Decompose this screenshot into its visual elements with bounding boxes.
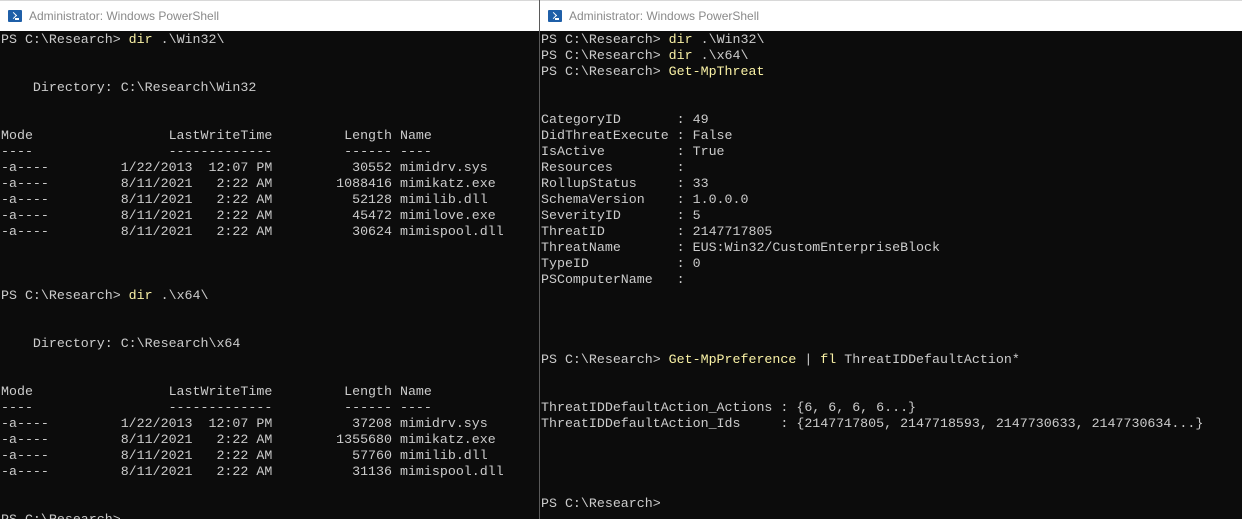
prompt-line: PS C:\Research> dir .\x64\ — [1, 288, 539, 304]
output-line: -a---- 8/11/2021 2:22 AM 31136 mimispool… — [1, 464, 504, 479]
prompt-line: PS C:\Research> dir .\Win32\ — [1, 32, 539, 48]
command-arguments: .\x64\ — [692, 48, 749, 63]
output-line: Directory: C:\Research\Win32 — [1, 80, 257, 95]
command-arguments: .\Win32\ — [692, 32, 765, 47]
output-line: ---- ------------- ------ ---- — [1, 144, 432, 159]
output-line: Mode LastWriteTime Length Name — [1, 128, 432, 143]
prompt-text: PS C:\Research> — [541, 352, 669, 367]
output-line: -a---- 8/11/2021 2:22 AM 1088416 mimikat… — [1, 176, 496, 191]
output-line: -a---- 1/22/2013 12:07 PM 37208 mimidrv.… — [1, 416, 488, 431]
output-line: Resources : — [541, 160, 685, 175]
output-line: SeverityID : 5 — [541, 208, 701, 223]
command-text: dir — [668, 48, 693, 63]
window-title: Administrator: Windows PowerShell — [29, 9, 220, 23]
powershell-icon — [8, 10, 22, 22]
command-text: dir — [668, 32, 693, 47]
window-title: Administrator: Windows PowerShell — [569, 9, 760, 23]
prompt-line: PS C:\Research> — [1, 512, 539, 519]
output-line: DidThreatExecute : False — [541, 128, 733, 143]
console-output[interactable]: PS C:\Research> dir .\Win32\ PS C:\Resear… — [540, 31, 1242, 512]
command-arguments: .\x64\ — [152, 288, 209, 303]
output-line: ThreatIDDefaultAction_Actions : {6, 6, 6… — [541, 400, 917, 415]
command-arguments: .\Win32\ — [152, 32, 225, 47]
prompt-line: PS C:\Research> dir .\Win32\ — [541, 32, 1242, 48]
output-line: PSComputerName : — [541, 272, 685, 287]
output-line: ThreatIDDefaultAction_Ids : {2147717805,… — [541, 416, 1204, 431]
command-text: Get-MpPreference — [668, 352, 797, 367]
output-line: CategoryID : 49 — [541, 112, 709, 127]
prompt-text: PS C:\Research> — [541, 496, 661, 511]
command-text: dir — [128, 288, 153, 303]
output-line: IsActive : True — [541, 144, 725, 159]
output-line: -a---- 8/11/2021 2:22 AM 1355680 mimikat… — [1, 432, 496, 447]
output-line: ThreatName : EUS:Win32/CustomEnterpriseB… — [541, 240, 940, 255]
output-line: TypeID : 0 — [541, 256, 701, 271]
output-line: SchemaVersion : 1.0.0.0 — [541, 192, 749, 207]
prompt-text: PS C:\Research> — [541, 48, 669, 63]
output-line: ---- ------------- ------ ---- — [1, 400, 432, 415]
powershell-window-right[interactable]: Administrator: Windows PowerShell PS C:\… — [540, 0, 1242, 519]
prompt-line: PS C:\Research> Get-MpThreat — [541, 64, 1242, 80]
output-line: -a---- 8/11/2021 2:22 AM 45472 mimilove.… — [1, 208, 496, 223]
pipe-operator: | — [796, 352, 821, 367]
command-text: dir — [128, 32, 153, 47]
output-line: RollupStatus : 33 — [541, 176, 709, 191]
powershell-window-left[interactable]: Administrator: Windows PowerShell PS C:\… — [0, 0, 539, 519]
powershell-icon — [548, 10, 562, 22]
console-output[interactable]: PS C:\Research> dir .\Win32\ Directory: … — [0, 31, 539, 519]
prompt-text: PS C:\Research> — [1, 32, 129, 47]
output-line: ThreatID : 2147717805 — [541, 224, 773, 239]
output-line: Directory: C:\Research\x64 — [1, 336, 241, 351]
prompt-text: PS C:\Research> — [1, 512, 121, 519]
output-line: Mode LastWriteTime Length Name — [1, 384, 432, 399]
output-line: -a---- 8/11/2021 2:22 AM 57760 mimilib.d… — [1, 448, 488, 463]
title-bar[interactable]: Administrator: Windows PowerShell — [540, 0, 1242, 31]
command-arguments: ThreatIDDefaultAction* — [836, 352, 1020, 367]
prompt-line: PS C:\Research> Get-MpPreference | fl Th… — [541, 352, 1242, 368]
prompt-text: PS C:\Research> — [1, 288, 129, 303]
prompt-line: PS C:\Research> — [541, 496, 1242, 512]
output-line: -a---- 8/11/2021 2:22 AM 30624 mimispool… — [1, 224, 504, 239]
output-line: -a---- 1/22/2013 12:07 PM 30552 mimidrv.… — [1, 160, 488, 175]
prompt-line: PS C:\Research> dir .\x64\ — [541, 48, 1242, 64]
command-text: Get-MpThreat — [668, 64, 765, 79]
prompt-text: PS C:\Research> — [541, 64, 669, 79]
prompt-text: PS C:\Research> — [541, 32, 669, 47]
command-text: fl — [820, 352, 837, 367]
output-line: -a---- 8/11/2021 2:22 AM 52128 mimilib.d… — [1, 192, 488, 207]
title-bar[interactable]: Administrator: Windows PowerShell — [0, 0, 539, 31]
